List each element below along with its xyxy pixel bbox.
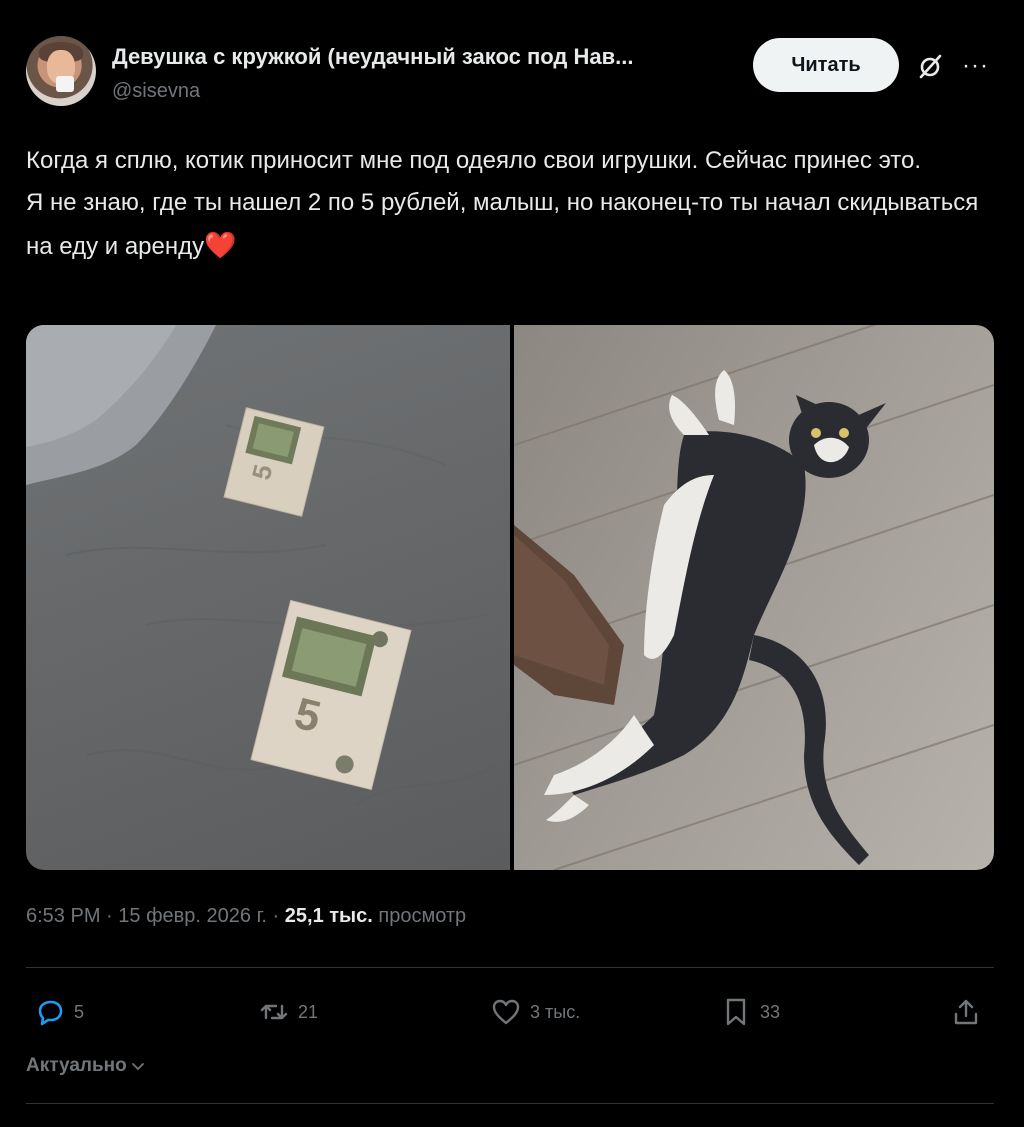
tweet-line-2-text: Я не знаю, где ты нашел 2 по 5 рублей, м… [26,189,979,260]
tweet-time[interactable]: 6:53 PM [26,905,100,927]
tweet-line-2: Я не знаю, где ты нашел 2 по 5 рублей, м… [26,182,986,268]
tweet-meta: 6:53 PM · 15 февр. 2026 г. · 25,1 тыс. п… [26,905,466,928]
reply-count: 5 [74,1001,85,1022]
meta-separator-2: · [272,905,280,927]
replies-sort-label: Актуально [26,1055,127,1076]
photo-banknotes[interactable]: 5 5 [26,325,510,870]
tweet-header: Девушка с кружкой (неудачный закос под Н… [26,36,996,112]
bookmark-count: 33 [760,1001,781,1022]
share-button[interactable] [950,992,982,1032]
cat-scene [514,325,994,870]
author-handle[interactable]: @sisevna [112,80,200,103]
banknotes-scene: 5 5 [26,325,497,806]
photo-cat[interactable] [514,325,994,870]
chevron-down-icon [131,1063,144,1071]
repost-button[interactable]: 21 [258,992,318,1032]
avatar[interactable] [26,36,96,106]
tweet-media[interactable]: 5 5 [26,325,994,870]
heart-icon [492,999,520,1025]
reply-icon [38,1000,63,1026]
repost-count: 21 [298,1001,319,1022]
like-button[interactable]: 3 тыс. [490,992,580,1032]
like-count: 3 тыс. [530,1001,581,1022]
author-display-name[interactable]: Девушка с кружкой (неудачный закос под Н… [112,44,752,70]
tweet-actions: 5 21 3 тыс. 33 [26,992,994,1036]
more-options-icon[interactable]: ··· [962,52,989,80]
bookmark-icon [726,998,746,1026]
views-count: 25,1 тыс. [284,905,373,927]
bookmark-button[interactable]: 33 [720,992,780,1032]
heart-emoji: ❤️ [204,230,237,260]
share-icon [954,999,978,1025]
meta-separator-1: · [106,905,113,927]
replies-sort-dropdown[interactable]: Актуально [26,1055,145,1077]
follow-button[interactable]: Читать [753,38,899,92]
reply-button[interactable]: 5 [34,992,84,1032]
grok-icon[interactable] [914,50,946,82]
tweet-text: Когда я сплю, котик приносит мне под оде… [26,140,986,268]
repost-icon [260,1004,288,1020]
tweet-line-1: Когда я сплю, котик приносит мне под оде… [26,147,922,174]
divider-bottom [26,1103,994,1104]
views-label: просмотр [378,905,467,927]
avatar-mug [56,76,74,92]
tweet-date[interactable]: 15 февр. 2026 г. [118,905,267,927]
banknote-1: 5 [223,407,325,517]
banknote-2: 5 [250,599,412,791]
divider-top [26,967,994,968]
